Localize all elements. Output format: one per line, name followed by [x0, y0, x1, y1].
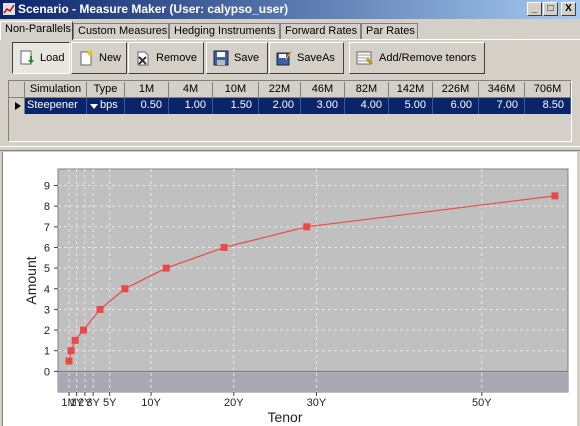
tenor-amount-chart: 01234567891M1Y2Y3Y 5Y 10Y 20Y 30Y 50YTenorAmo… [23, 168, 569, 425]
data-point[interactable] [80, 326, 87, 334]
tab-hedging-instruments[interactable]: Hedging Instruments [169, 23, 280, 39]
save-icon [213, 50, 229, 66]
column-header[interactable]: 142M [389, 82, 433, 98]
y-tick-label: 9 [44, 181, 50, 193]
table-cell-value[interactable]: 3.00 [301, 98, 345, 114]
saveas-label: SaveAs [297, 52, 335, 64]
x-tick-label: 20Y [224, 397, 244, 409]
column-header[interactable]: 46M [301, 82, 345, 98]
column-header[interactable]: 226M [433, 82, 479, 98]
y-axis-title: Amount [23, 256, 39, 304]
tab-par-rates[interactable]: Par Rates [361, 23, 418, 39]
tab-non-parallels[interactable]: Non-Parallels [0, 21, 73, 40]
table-cell-value[interactable]: 5.00 [389, 98, 433, 114]
data-point[interactable] [162, 264, 170, 272]
column-header[interactable]: Type [87, 82, 125, 98]
y-tick-label: 3 [44, 304, 50, 316]
x-tick-label: 3Y [86, 397, 100, 409]
add-remove-tenors-label: Add/Remove tenors [379, 52, 477, 64]
table-cell-value[interactable]: 4.00 [345, 98, 389, 114]
save-button[interactable]: Save [206, 42, 268, 74]
chart-panel: 0 1 2 3 4 5 6 7 8 9 1M 1Y 2Y 3Y 5Y 10Y 20Y 30Y 50Y Tenor Amo… [2, 152, 577, 426]
close-button[interactable]: X [561, 2, 576, 16]
column-header[interactable]: 346M [479, 82, 525, 98]
table-cell-value[interactable]: 7.00 [479, 98, 525, 114]
x-tick-label: 50Y [472, 397, 492, 409]
scenario-table: Simulation Type 1M 4M 10M 22M 46M 82M 14… [8, 80, 572, 142]
splitter[interactable] [0, 146, 580, 151]
plot-lower-band [58, 372, 568, 392]
new-document-icon [80, 50, 93, 66]
y-tick-label: 6 [44, 242, 50, 254]
load-icon [20, 50, 34, 65]
dropdown-arrow-icon[interactable] [90, 103, 98, 111]
load-label: Load [40, 52, 65, 64]
minimize-button[interactable]: _ [527, 2, 542, 16]
tab-forward-rates[interactable]: Forward Rates [280, 23, 361, 39]
data-point[interactable] [67, 347, 75, 355]
app-icon [3, 3, 15, 15]
type-value: bps [100, 99, 118, 111]
row-header[interactable] [9, 98, 25, 114]
tab-strip: Non-Parallels Custom Measures Hedging In… [0, 21, 580, 40]
column-header[interactable]: 706M [525, 82, 571, 98]
y-tick-label: 1 [44, 346, 50, 358]
y-tick-label: 0 [44, 366, 50, 378]
column-header[interactable]: 1M [125, 82, 169, 98]
saveas-button[interactable]: SaveAs [269, 42, 344, 74]
column-header[interactable]: 4M [169, 82, 213, 98]
remove-icon [137, 51, 149, 66]
save-label: Save [234, 52, 260, 64]
tab-custom-measures[interactable]: Custom Measures [73, 23, 169, 39]
remove-label: Remove [156, 52, 197, 64]
y-tick-label: 5 [44, 263, 50, 275]
new-label: New [99, 52, 122, 64]
saveas-icon [276, 51, 292, 66]
new-button[interactable]: New [71, 42, 127, 74]
table-cell-simulation[interactable]: Steepener [25, 98, 87, 114]
maximize-button[interactable]: □ [543, 2, 558, 16]
table-cell-value[interactable]: 0.50 [125, 98, 169, 114]
x-tick-label: 5Y [103, 397, 117, 409]
data-point[interactable] [121, 285, 129, 293]
data-point[interactable] [71, 336, 79, 344]
data-point[interactable] [96, 305, 104, 313]
data-point[interactable] [303, 223, 311, 231]
table-cell-value[interactable]: 1.50 [213, 98, 259, 114]
row-pointer-icon [15, 102, 21, 110]
title-bar: Scenario - Measure Maker (User: calypso_… [0, 0, 580, 19]
tenors-icon [356, 51, 373, 65]
table-cell-value[interactable]: 1.00 [169, 98, 213, 114]
add-remove-tenors-button[interactable]: Add/Remove tenors [349, 42, 485, 74]
x-tick-label: 10Y [141, 397, 161, 409]
table-cell-value[interactable]: 8.50 [525, 98, 571, 114]
table-cell-value[interactable]: 6.00 [433, 98, 479, 114]
x-tick-label: 30Y [307, 397, 327, 409]
y-tick-label: 8 [44, 201, 50, 213]
data-point[interactable] [220, 243, 228, 251]
row-header-corner [9, 82, 25, 98]
plot-area [57, 168, 569, 393]
y-tick-label: 2 [44, 325, 50, 337]
column-header[interactable]: 10M [213, 82, 259, 98]
load-button[interactable]: Load [12, 42, 70, 74]
y-tick-label: 4 [44, 284, 50, 296]
x-axis-title: Tenor [267, 409, 302, 425]
window-title: Scenario - Measure Maker (User: calypso_… [18, 2, 289, 16]
table-cell-value[interactable]: 2.00 [259, 98, 301, 114]
table-cell-type[interactable]: bps [87, 98, 125, 114]
data-point[interactable] [551, 192, 559, 200]
data-point[interactable] [65, 357, 73, 365]
column-header[interactable]: 82M [345, 82, 389, 98]
column-header[interactable]: Simulation [25, 82, 87, 98]
remove-button[interactable]: Remove [128, 42, 204, 74]
column-header[interactable]: 22M [259, 82, 301, 98]
y-tick-label: 7 [44, 222, 50, 234]
